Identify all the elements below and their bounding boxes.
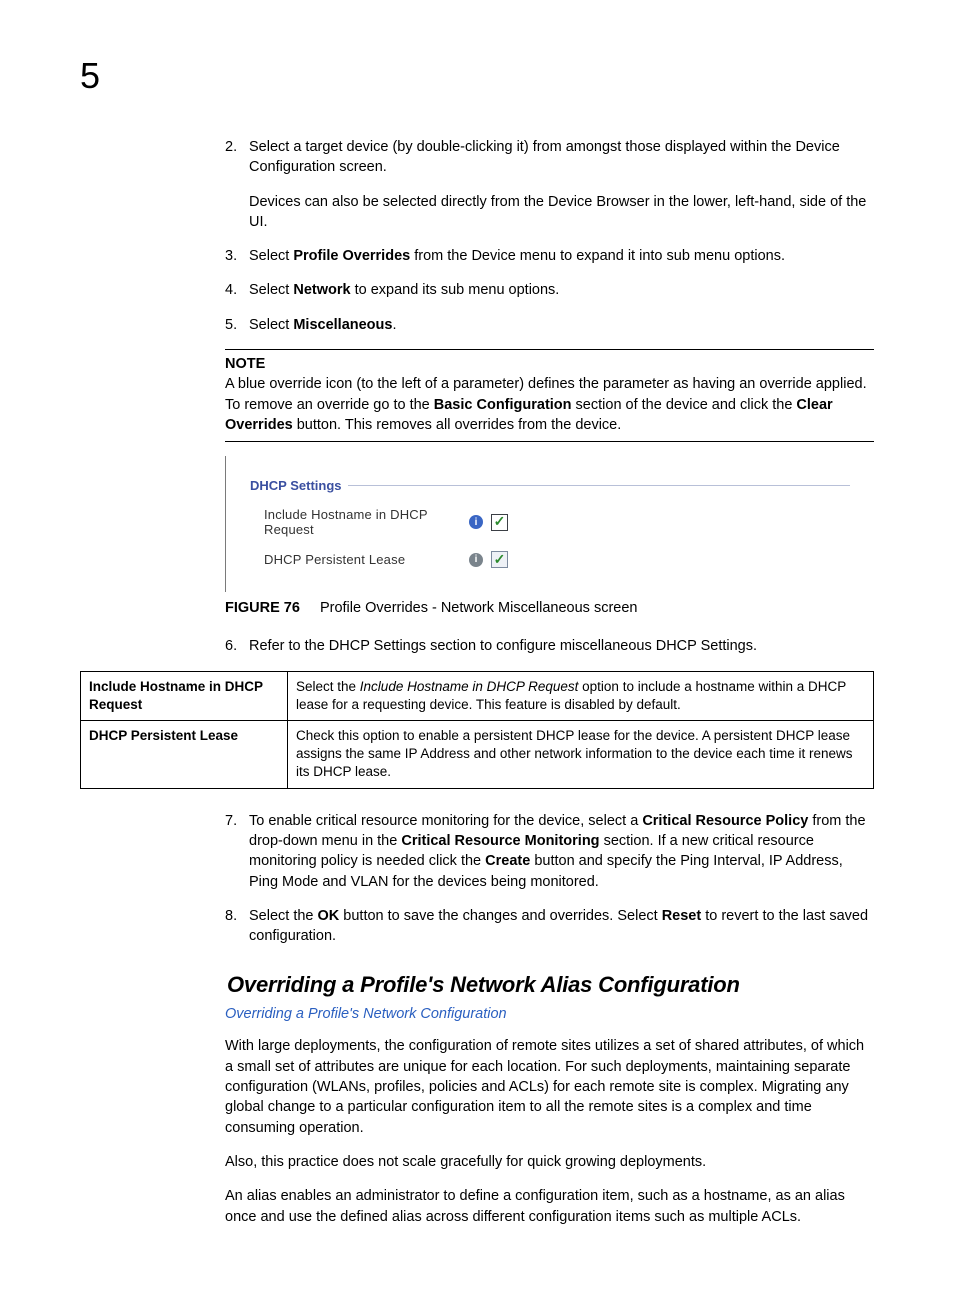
step-item: 7. To enable critical resource monitorin…	[225, 811, 874, 892]
content-column: Include Hostname in DHCP Request Select …	[225, 671, 874, 1227]
setting-label: Include Hostname in DHCP Request	[264, 507, 469, 537]
checkbox[interactable]: ✓	[491, 514, 508, 531]
info-icon[interactable]: i	[469, 515, 483, 529]
step-item: 8. Select the OK button to save the chan…	[225, 906, 874, 947]
step-number: 7.	[225, 811, 249, 892]
step-text: Select Miscellaneous.	[249, 315, 874, 335]
note-text: A blue override icon (to the left of a p…	[225, 374, 874, 435]
page: 5 2. Select a target device (by double-c…	[0, 0, 954, 1301]
step-text: Select the OK button to save the changes…	[249, 906, 874, 947]
note-block: NOTE A blue override icon (to the left o…	[225, 349, 874, 442]
figure-caption: FIGURE 76 Profile Overrides - Network Mi…	[225, 600, 874, 616]
definition-table: Include Hostname in DHCP Request Select …	[80, 671, 874, 789]
table-row: Include Hostname in DHCP Request Select …	[81, 671, 874, 720]
fieldset-title-text: DHCP Settings	[250, 478, 342, 493]
chapter-number: 5	[80, 55, 874, 97]
steps-c: 7. To enable critical resource monitorin…	[225, 811, 874, 947]
table-row: DHCP Persistent Lease Check this option …	[81, 721, 874, 789]
figure-number: FIGURE 76	[225, 600, 300, 616]
steps-b: 6. Refer to the DHCP Settings section to…	[225, 636, 874, 656]
term-cell: DHCP Persistent Lease	[81, 721, 288, 789]
breadcrumb-link[interactable]: Overriding a Profile's Network Configura…	[225, 1006, 874, 1022]
step-number: 5.	[225, 315, 249, 335]
content-column: 2. Select a target device (by double-cli…	[225, 137, 874, 657]
fieldset-rule	[348, 485, 851, 486]
step-text: Refer to the DHCP Settings section to co…	[249, 636, 874, 656]
rule	[225, 441, 874, 442]
step-text: Select Network to expand its sub menu op…	[249, 280, 874, 300]
step-item: 3. Select Profile Overrides from the Dev…	[225, 246, 874, 266]
step-item: 6. Refer to the DHCP Settings section to…	[225, 636, 874, 656]
setting-label: DHCP Persistent Lease	[264, 552, 469, 567]
body-paragraph: An alias enables an administrator to def…	[225, 1186, 874, 1227]
step-number: 3.	[225, 246, 249, 266]
step-item: 5. Select Miscellaneous.	[225, 315, 874, 335]
step-number: 2.	[225, 137, 249, 232]
body-paragraph: Also, this practice does not scale grace…	[225, 1152, 874, 1172]
step-item: 4. Select Network to expand its sub menu…	[225, 280, 874, 300]
rule	[225, 349, 874, 350]
step-number: 8.	[225, 906, 249, 947]
term-cell: Include Hostname in DHCP Request	[81, 671, 288, 720]
step-text: Devices can also be selected directly fr…	[249, 192, 874, 233]
check-icon: ✓	[494, 514, 506, 528]
step-number: 4.	[225, 280, 249, 300]
setting-row: Include Hostname in DHCP Request i ✓	[250, 507, 850, 537]
check-icon: ✓	[494, 552, 506, 566]
description-cell: Select the Include Hostname in DHCP Requ…	[288, 671, 874, 720]
body-paragraph: With large deployments, the configuratio…	[225, 1036, 874, 1137]
step-number: 6.	[225, 636, 249, 656]
note-label: NOTE	[225, 354, 874, 374]
step-item: 2. Select a target device (by double-cli…	[225, 137, 874, 232]
setting-row: DHCP Persistent Lease i ✓	[250, 551, 850, 568]
steps-a: 2. Select a target device (by double-cli…	[225, 137, 874, 335]
info-icon[interactable]: i	[469, 553, 483, 567]
figure-screenshot: DHCP Settings Include Hostname in DHCP R…	[225, 456, 874, 592]
section-heading: Overriding a Profile's Network Alias Con…	[227, 972, 874, 998]
step-text: To enable critical resource monitoring f…	[249, 811, 874, 892]
figure-title: Profile Overrides - Network Miscellaneou…	[320, 600, 638, 616]
checkbox[interactable]: ✓	[491, 551, 508, 568]
step-text: Select Profile Overrides from the Device…	[249, 246, 874, 266]
description-cell: Check this option to enable a persistent…	[288, 721, 874, 789]
step-text: Select a target device (by double-clicki…	[249, 137, 874, 178]
fieldset-title: DHCP Settings	[250, 478, 850, 493]
